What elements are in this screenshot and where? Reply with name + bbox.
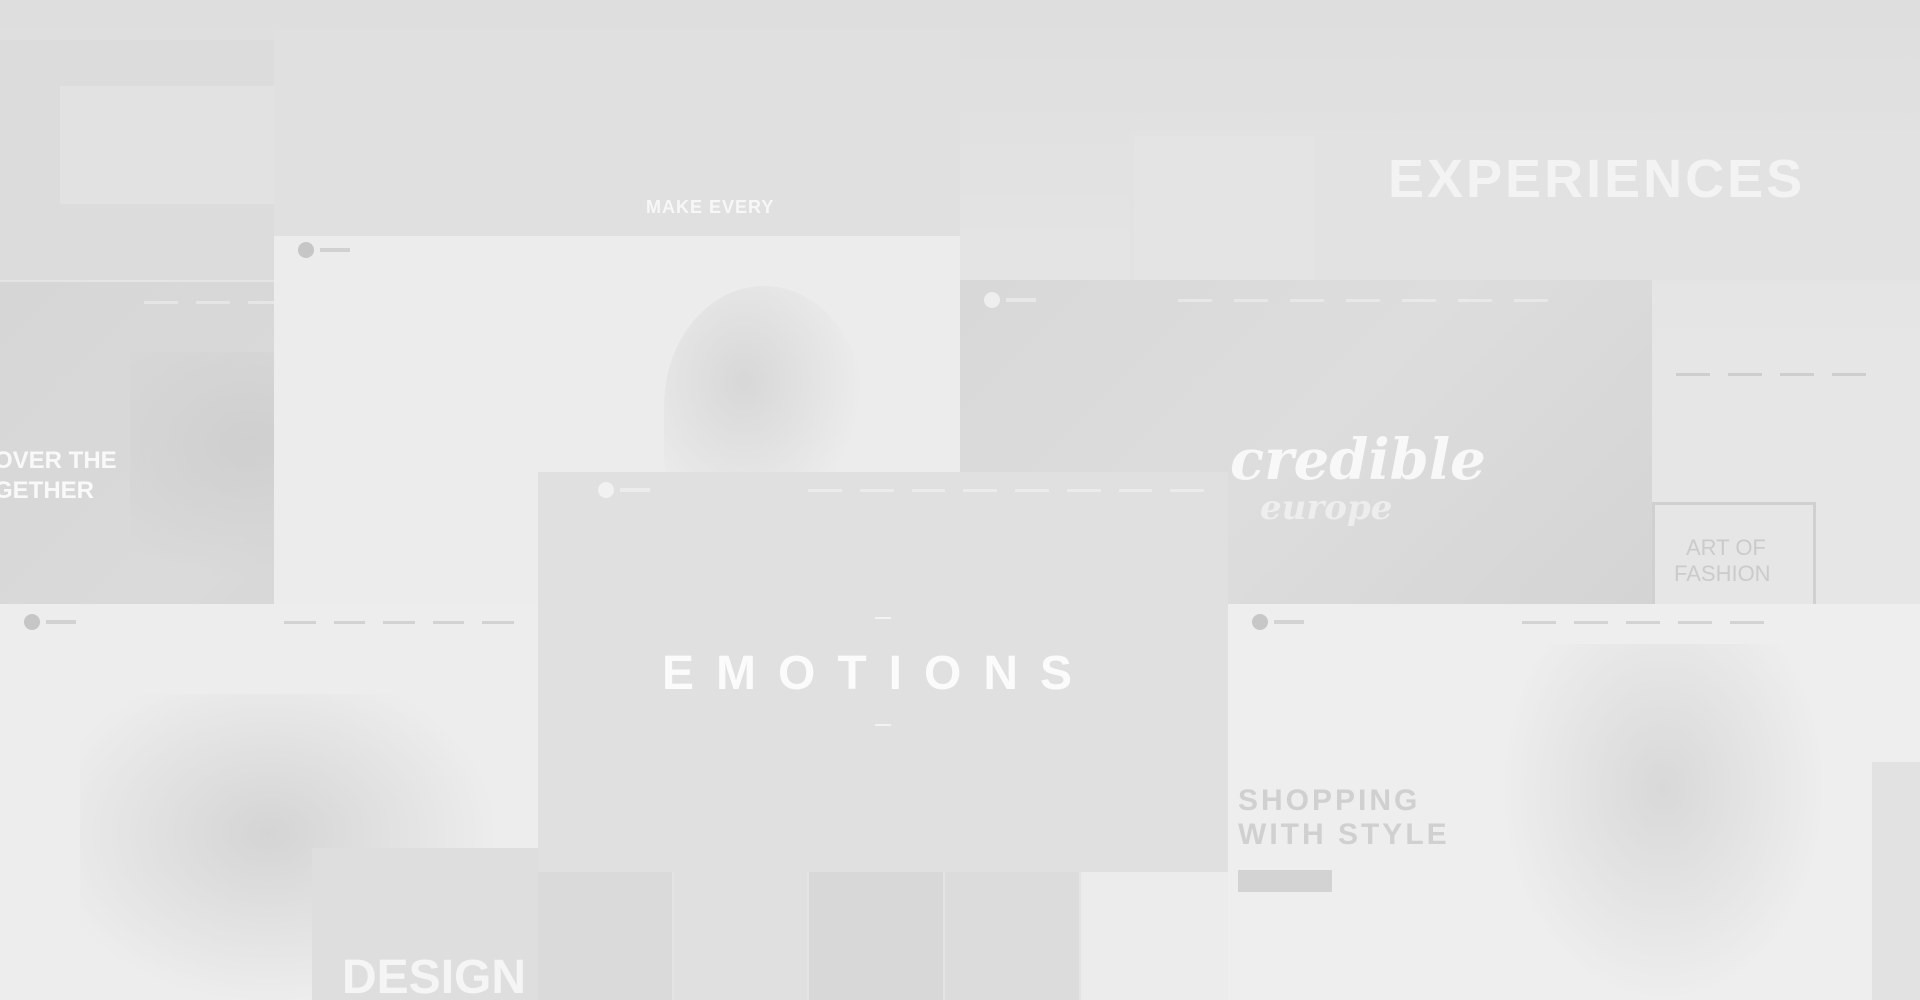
nav-link (1574, 620, 1608, 624)
tile-portrait-navbar (274, 236, 960, 264)
nav-link (1514, 298, 1548, 302)
tile-far-right-headline-1: ART OF (1686, 535, 1766, 560)
tile-top-left (0, 40, 280, 280)
nav-link (1458, 298, 1492, 302)
thumbnail (673, 872, 808, 1000)
logo-wordmark (1274, 620, 1304, 624)
nav-link (1522, 620, 1556, 624)
tile-right-mid-script-title: credible (1230, 427, 1486, 493)
nav-link (284, 620, 316, 624)
nav-link (1780, 372, 1814, 376)
nav-link (1728, 372, 1762, 376)
tile-center-headline: EMOTIONS (662, 647, 1095, 700)
nav-link (1678, 620, 1712, 624)
nav-link (1066, 488, 1101, 492)
logo-wordmark (320, 248, 350, 252)
tile-top-right-headline: EXPERIENCES (1388, 149, 1806, 209)
tile-bottom-left-navbar (0, 604, 538, 640)
tile-bottom-left-headline: DESIGN (342, 951, 527, 1000)
logo-wordmark (46, 620, 76, 624)
theme-collage-background: MAKE EVERY EXPERIENCES OVER THE GETHER c… (0, 0, 1920, 1000)
logo (24, 614, 76, 630)
nav-link (1402, 298, 1436, 302)
tile-far-right: ART OF FASHION (1652, 362, 1920, 606)
thumbnail (945, 872, 1079, 1000)
nav-link (911, 488, 946, 492)
logo (1252, 614, 1304, 630)
logo (298, 242, 350, 258)
nav-link (1730, 620, 1764, 624)
tile-top-right-box (1134, 136, 1314, 280)
tile-bottom-right-headline-1: SHOPPING (1238, 784, 1421, 817)
tile-left-mid-headline-1: OVER THE (0, 447, 117, 474)
tile-far-right-navbar (1652, 362, 1920, 386)
thumbnail (538, 872, 672, 1000)
nav-link (808, 488, 842, 492)
tile-center: EMOTIONS (538, 472, 1228, 872)
tile-top-right: EXPERIENCES (1130, 130, 1920, 280)
logo-mark (1252, 614, 1268, 630)
woman-sunglasses-silhouette (1498, 644, 1828, 1000)
logo-wordmark (1006, 298, 1036, 302)
tile-center-navbar (538, 472, 1228, 508)
tile-right-mid-navbar (960, 280, 1652, 320)
nav-link (1170, 488, 1204, 492)
nav-link (383, 620, 415, 624)
nav-link (1832, 372, 1866, 376)
logo-mark (24, 614, 40, 630)
logo-wordmark (620, 488, 650, 492)
nav-link (963, 488, 997, 492)
nav-link (482, 620, 514, 624)
nav-link (1015, 488, 1049, 492)
nav-link (144, 300, 178, 304)
nav-link (1178, 298, 1212, 302)
design-card: DESIGN (312, 848, 538, 1000)
tile-center-divider-bottom (875, 724, 891, 726)
tile-left-mid-headline-2: GETHER (0, 477, 95, 504)
tile-center-divider-top (875, 617, 891, 619)
nav-link (1118, 488, 1153, 492)
tile-bottom-right-navbar (1228, 604, 1920, 640)
nav-link (333, 620, 366, 624)
nav-link (1676, 372, 1710, 376)
tile-top-center-headline: MAKE EVERY (646, 197, 775, 217)
tile-bottom-left: DESIGN (0, 604, 538, 1000)
tile-far-right-headline-2: FASHION (1674, 561, 1771, 586)
tile-thumbnail-strip (538, 872, 1228, 1000)
logo-mark (598, 482, 614, 498)
tile-bottom-right-headline-2: WITH STYLE (1238, 818, 1450, 851)
nav-link (432, 620, 465, 624)
logo (984, 292, 1036, 308)
thumbnail (809, 872, 944, 1000)
side-panel (1872, 762, 1920, 1000)
logo (598, 482, 650, 498)
nav-link (1626, 620, 1660, 624)
nav-link (196, 300, 230, 304)
nav-link (1234, 298, 1268, 302)
shop-now-button (1238, 870, 1332, 892)
nav-link (1346, 298, 1380, 302)
nav-link (1290, 298, 1324, 302)
logo-mark (984, 292, 1000, 308)
tile-top-center: MAKE EVERY (274, 30, 960, 240)
tile-bottom-right: SHOPPING WITH STYLE (1228, 604, 1920, 1000)
nav-link (859, 488, 894, 492)
thumbnail (1080, 872, 1228, 1000)
logo-mark (298, 242, 314, 258)
tile-top-left-box (60, 86, 278, 204)
tile-right-mid-script-subtitle: europe (1260, 488, 1393, 528)
